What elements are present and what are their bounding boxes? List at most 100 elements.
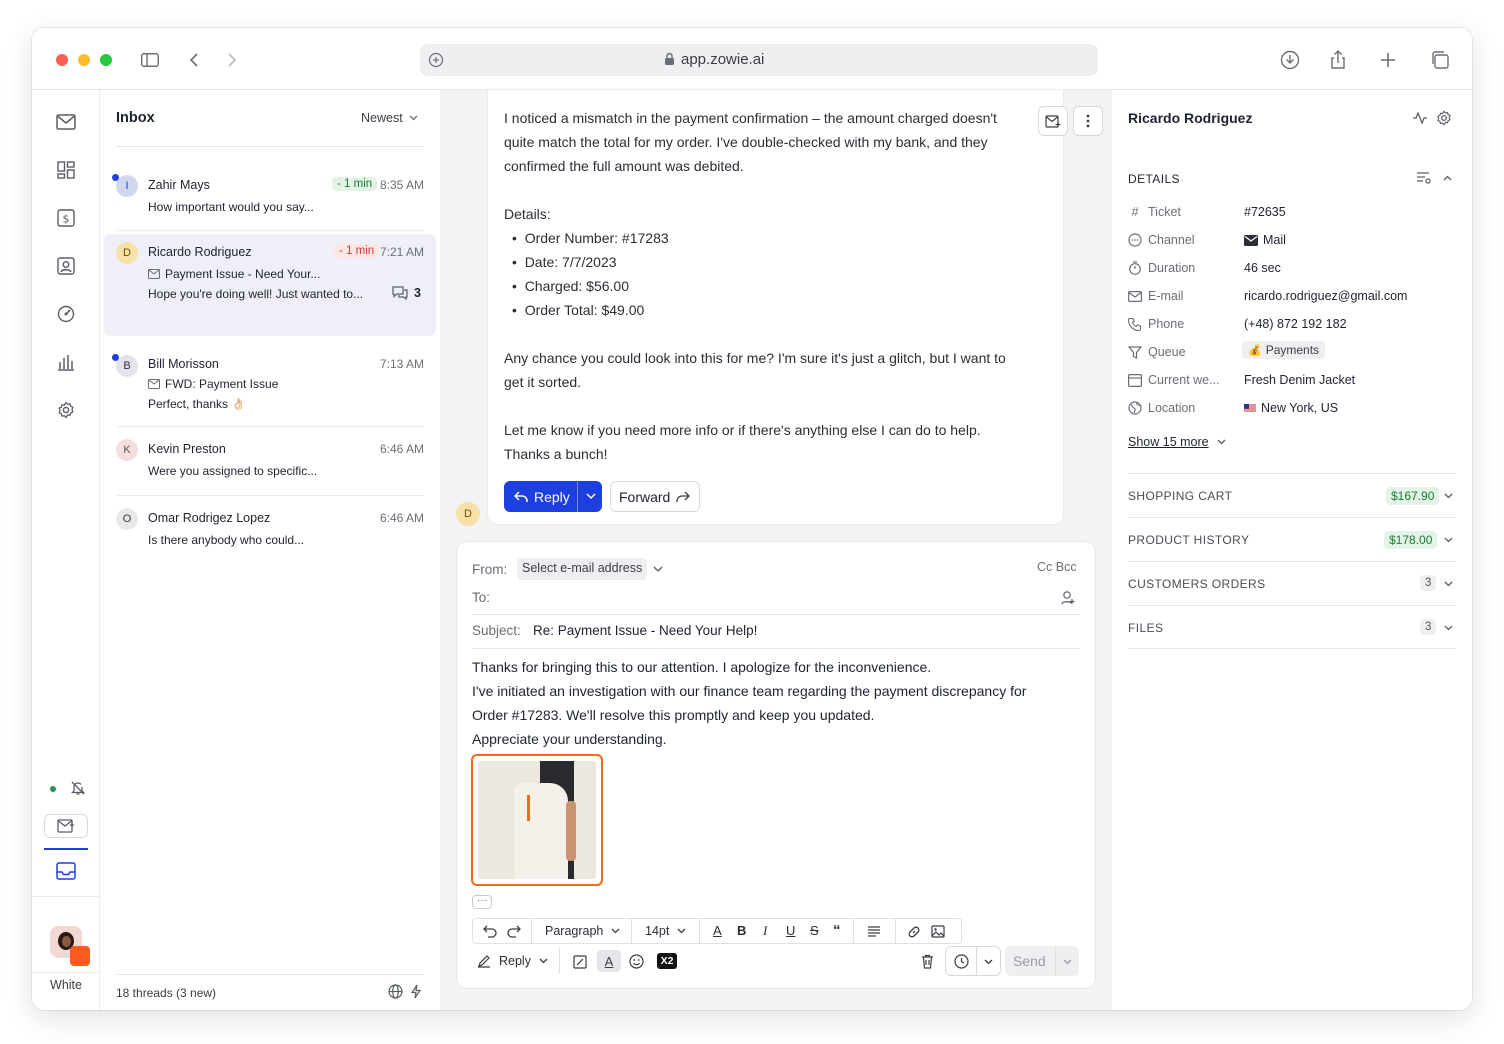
cc-bcc-toggle[interactable]: Cc Bcc [1037, 560, 1077, 574]
reply-button[interactable]: Reply [504, 481, 602, 512]
schedule-send-button[interactable] [945, 946, 1001, 976]
add-tab-circle-icon[interactable] [428, 52, 444, 68]
phone-value[interactable]: (+48) 872 192 182 [1244, 317, 1347, 331]
chevron-down-icon [409, 115, 418, 121]
emoji-icon[interactable] [629, 954, 644, 969]
globe-icon[interactable] [388, 984, 403, 999]
kebab-icon [1086, 114, 1090, 128]
thread-sender: Bill Morisson [148, 357, 219, 371]
ai-assist-button[interactable]: X2 [657, 953, 677, 969]
from-select[interactable]: Select e-mail address [517, 558, 648, 580]
files-section[interactable]: FILES 3 [1128, 605, 1456, 649]
align-icon[interactable] [867, 926, 881, 937]
current-website-value[interactable]: Fresh Denim Jacket [1244, 373, 1355, 387]
thread-sender: Zahir Mays [148, 178, 210, 192]
tabs-overview-icon[interactable] [1428, 48, 1452, 72]
settings-nav-icon[interactable] [54, 398, 78, 422]
location-value: New York, US [1261, 401, 1339, 415]
sort-dropdown[interactable]: Newest [361, 111, 418, 125]
gear-icon[interactable] [1436, 110, 1452, 126]
bold-icon[interactable]: B [737, 923, 746, 938]
italic-icon[interactable]: I [763, 923, 767, 939]
billing-nav-icon[interactable]: $ [54, 206, 78, 230]
queue-badge[interactable]: 💰 Payments [1242, 341, 1326, 359]
thread-item[interactable]: O Omar Rodrigez Lopez 6:46 AM Is there a… [106, 499, 434, 557]
mail-nav-icon[interactable] [54, 110, 78, 134]
thread-item[interactable]: K Kevin Preston 6:46 AM Were you assigne… [106, 430, 434, 488]
from-label: From: [472, 562, 508, 577]
dashboard-nav-icon[interactable] [54, 158, 78, 182]
compose-new-button[interactable] [44, 814, 88, 838]
analytics-nav-icon[interactable] [54, 350, 78, 374]
thread-item[interactable]: B Bill Morisson 7:13 AM FWD: Payment Iss… [106, 344, 434, 416]
share-icon[interactable] [1326, 48, 1350, 72]
undo-icon[interactable] [483, 925, 497, 938]
message-paragraph-2: Any chance you could look into this for … [504, 350, 1006, 390]
details-list: • Order Number: #17283 • Date: 7/7/2023 … [512, 230, 669, 318]
thread-time: 7:21 AM [379, 245, 424, 259]
format-toggle-icon[interactable]: A [597, 950, 621, 972]
performance-nav-icon[interactable] [54, 302, 78, 326]
reply-mode-dropdown[interactable]: Reply [477, 954, 548, 968]
url-bar[interactable]: app.zowie.ai [420, 44, 1098, 76]
send-button[interactable]: Send [1005, 946, 1079, 976]
activity-icon[interactable] [1412, 112, 1428, 124]
font-size-dropdown[interactable]: 14pt [645, 924, 686, 938]
active-nav-indicator [44, 848, 88, 850]
mark-unread-button[interactable] [1038, 106, 1068, 136]
text-color-icon[interactable]: A [713, 923, 722, 938]
image-attachment[interactable] [471, 754, 603, 886]
compose-body[interactable]: Thanks for bringing this to our attentio… [472, 655, 1026, 751]
notifications-off-icon[interactable] [70, 780, 86, 796]
customers-orders-section[interactable]: CUSTOMERS ORDERS 3 [1128, 561, 1456, 605]
customize-fields-icon[interactable] [1416, 172, 1432, 184]
add-contact-icon[interactable] [1061, 590, 1076, 605]
sidebar-toggle-icon[interactable] [138, 48, 162, 72]
show-quoted-button[interactable]: ··· [472, 895, 492, 909]
image-icon[interactable] [931, 925, 945, 938]
strikethrough-icon[interactable]: S [810, 923, 819, 938]
thread-item[interactable]: I Zahir Mays - 1 min 8:35 AM How importa… [106, 166, 434, 224]
show-more-link[interactable]: Show 15 more [1128, 435, 1226, 449]
chevron-up-icon[interactable] [1443, 175, 1452, 181]
chevron-down-icon [1063, 959, 1072, 965]
chevron-down-icon [1444, 625, 1453, 631]
minimize-window-button[interactable] [78, 54, 90, 66]
forward-icon[interactable] [220, 48, 244, 72]
new-tab-icon[interactable] [1376, 48, 1400, 72]
mail-plus-icon [1045, 114, 1061, 128]
sender-avatar: D [456, 502, 480, 526]
paragraph-dropdown[interactable]: Paragraph [545, 924, 620, 938]
phone-icon [1128, 317, 1142, 331]
customer-panel: Ricardo Rodriguez DETAILS # Ticket #72635… [1112, 90, 1472, 1010]
product-history-section[interactable]: PRODUCT HISTORY $178.00 [1128, 517, 1456, 561]
link-icon[interactable] [907, 925, 921, 939]
close-window-button[interactable] [56, 54, 68, 66]
to-input[interactable] [507, 586, 1047, 608]
chevron-down-icon[interactable] [653, 566, 663, 572]
signature-icon[interactable] [573, 955, 587, 969]
compose-mail-icon [57, 819, 74, 833]
mail-icon [148, 379, 160, 389]
chevron-down-icon [539, 958, 548, 964]
trash-icon[interactable] [921, 954, 934, 969]
email-value[interactable]: ricardo.rodriguez@gmail.com [1244, 289, 1407, 303]
back-icon[interactable] [182, 48, 206, 72]
message-paragraph-1: I noticed a mismatch in the payment conf… [504, 110, 997, 174]
subject-input[interactable]: Re: Payment Issue - Need Your Help! [533, 623, 757, 638]
maximize-window-button[interactable] [100, 54, 112, 66]
sort-label: Newest [361, 111, 403, 125]
inbox-nav-icon[interactable] [56, 862, 76, 880]
message-count: 3 [414, 286, 421, 300]
more-options-button[interactable] [1073, 106, 1103, 136]
redo-icon[interactable] [507, 925, 521, 938]
underline-icon[interactable]: U [786, 923, 795, 938]
forward-button[interactable]: Forward [610, 481, 700, 512]
contacts-nav-icon[interactable] [54, 254, 78, 278]
download-icon[interactable] [1278, 48, 1302, 72]
shopping-cart-section[interactable]: SHOPPING CART $167.90 [1128, 473, 1456, 517]
thread-item-selected[interactable]: D Ricardo Rodriguez - 1 min 7:21 AM Paym… [104, 234, 436, 336]
quote-icon[interactable]: “ [833, 922, 841, 939]
thread-preview: Hope you're doing well! Just wanted to..… [148, 287, 364, 301]
lightning-icon[interactable] [410, 984, 422, 999]
